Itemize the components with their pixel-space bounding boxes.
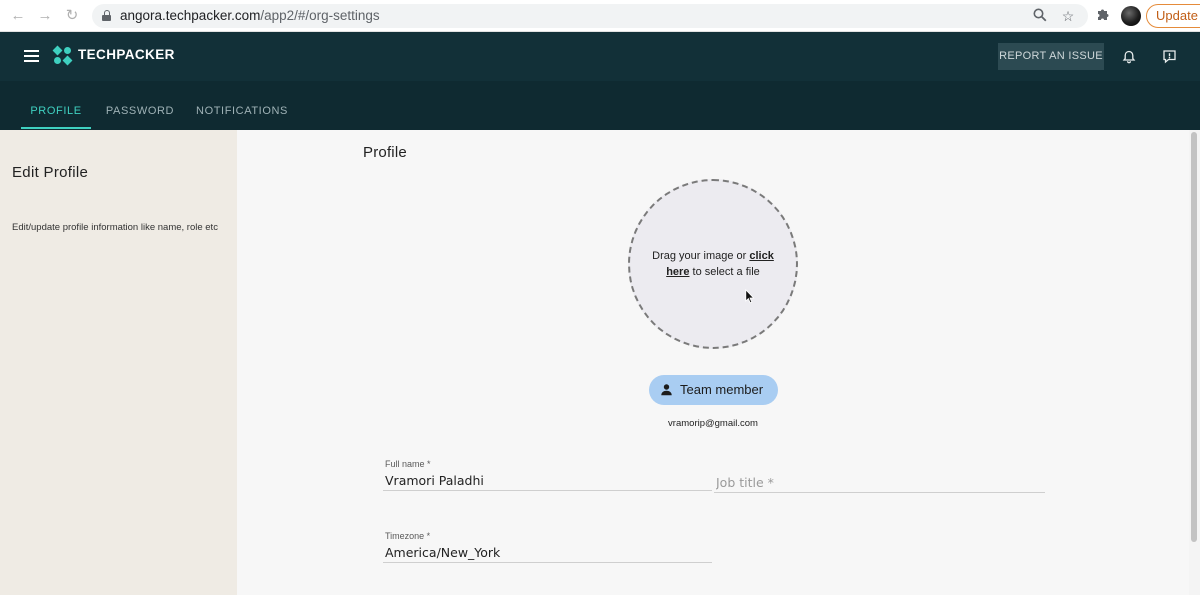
page-title: Profile <box>363 144 407 161</box>
sidebar: Edit Profile Edit/update profile informa… <box>0 130 237 595</box>
tab-profile[interactable]: PROFILE <box>21 81 91 130</box>
person-icon <box>660 383 673 396</box>
tab-password[interactable]: PASSWORD <box>100 81 180 130</box>
sidebar-title: Edit Profile <box>12 164 89 181</box>
role-label: Team member <box>680 382 764 397</box>
mouse-cursor-icon <box>745 288 755 304</box>
browser-toolbar: ← → ↻ angora.techpacker.com/app2/#/org-s… <box>0 0 1200 32</box>
dropzone-text: Drag your image or click here to select … <box>652 250 774 278</box>
reload-icon[interactable]: ↻ <box>63 7 81 25</box>
job-title-input[interactable] <box>714 473 1045 493</box>
browser-update-button[interactable]: Update <box>1146 4 1200 28</box>
bookmark-star-icon[interactable]: ☆ <box>1060 8 1076 24</box>
profile-form: Profile Drag your image or click here to… <box>237 130 1189 595</box>
page-scrollbar[interactable] <box>1189 130 1200 595</box>
image-dropzone[interactable]: Drag your image or click here to select … <box>628 179 798 349</box>
full-name-label: Full name * <box>385 459 431 469</box>
forward-arrow-icon[interactable]: → <box>36 7 54 25</box>
feedback-icon[interactable] <box>1162 49 1177 64</box>
full-name-input[interactable] <box>383 471 712 491</box>
url-text: angora.techpacker.com/app2/#/org-setting… <box>120 8 380 23</box>
click-here-link[interactable]: click <box>749 250 773 262</box>
lock-icon <box>102 10 111 21</box>
zoom-icon[interactable] <box>1032 8 1048 24</box>
tab-notifications[interactable]: NOTIFICATIONS <box>190 81 294 130</box>
techpacker-logo-icon <box>52 45 73 66</box>
timezone-field: Timezone * <box>383 531 712 565</box>
settings-tabs: PROFILE PASSWORD NOTIFICATIONS <box>0 81 1200 130</box>
timezone-label: Timezone * <box>385 531 431 541</box>
full-name-field: Full name * <box>383 459 712 493</box>
sidebar-description: Edit/update profile information like nam… <box>12 222 218 233</box>
app-header: TECHPACKER REPORT AN ISSUE <box>0 32 1200 81</box>
click-here-link-continued[interactable]: here <box>666 266 689 278</box>
timezone-input[interactable] <box>383 543 712 563</box>
scrollbar-thumb[interactable] <box>1191 132 1197 542</box>
menu-icon[interactable] <box>24 50 39 62</box>
bell-icon[interactable] <box>1122 50 1136 64</box>
active-tab-indicator <box>21 127 91 129</box>
role-chip[interactable]: Team member <box>649 375 778 405</box>
extensions-puzzle-icon[interactable] <box>1094 7 1112 25</box>
brand-name[interactable]: TECHPACKER <box>78 47 175 62</box>
job-title-field <box>714 459 1045 493</box>
user-email: vramorip@gmail.com <box>668 418 758 429</box>
back-arrow-icon[interactable]: ← <box>9 7 27 25</box>
browser-profile-avatar[interactable] <box>1121 6 1141 26</box>
report-issue-button[interactable]: REPORT AN ISSUE <box>998 43 1104 70</box>
address-bar[interactable]: angora.techpacker.com/app2/#/org-setting… <box>92 4 1088 28</box>
